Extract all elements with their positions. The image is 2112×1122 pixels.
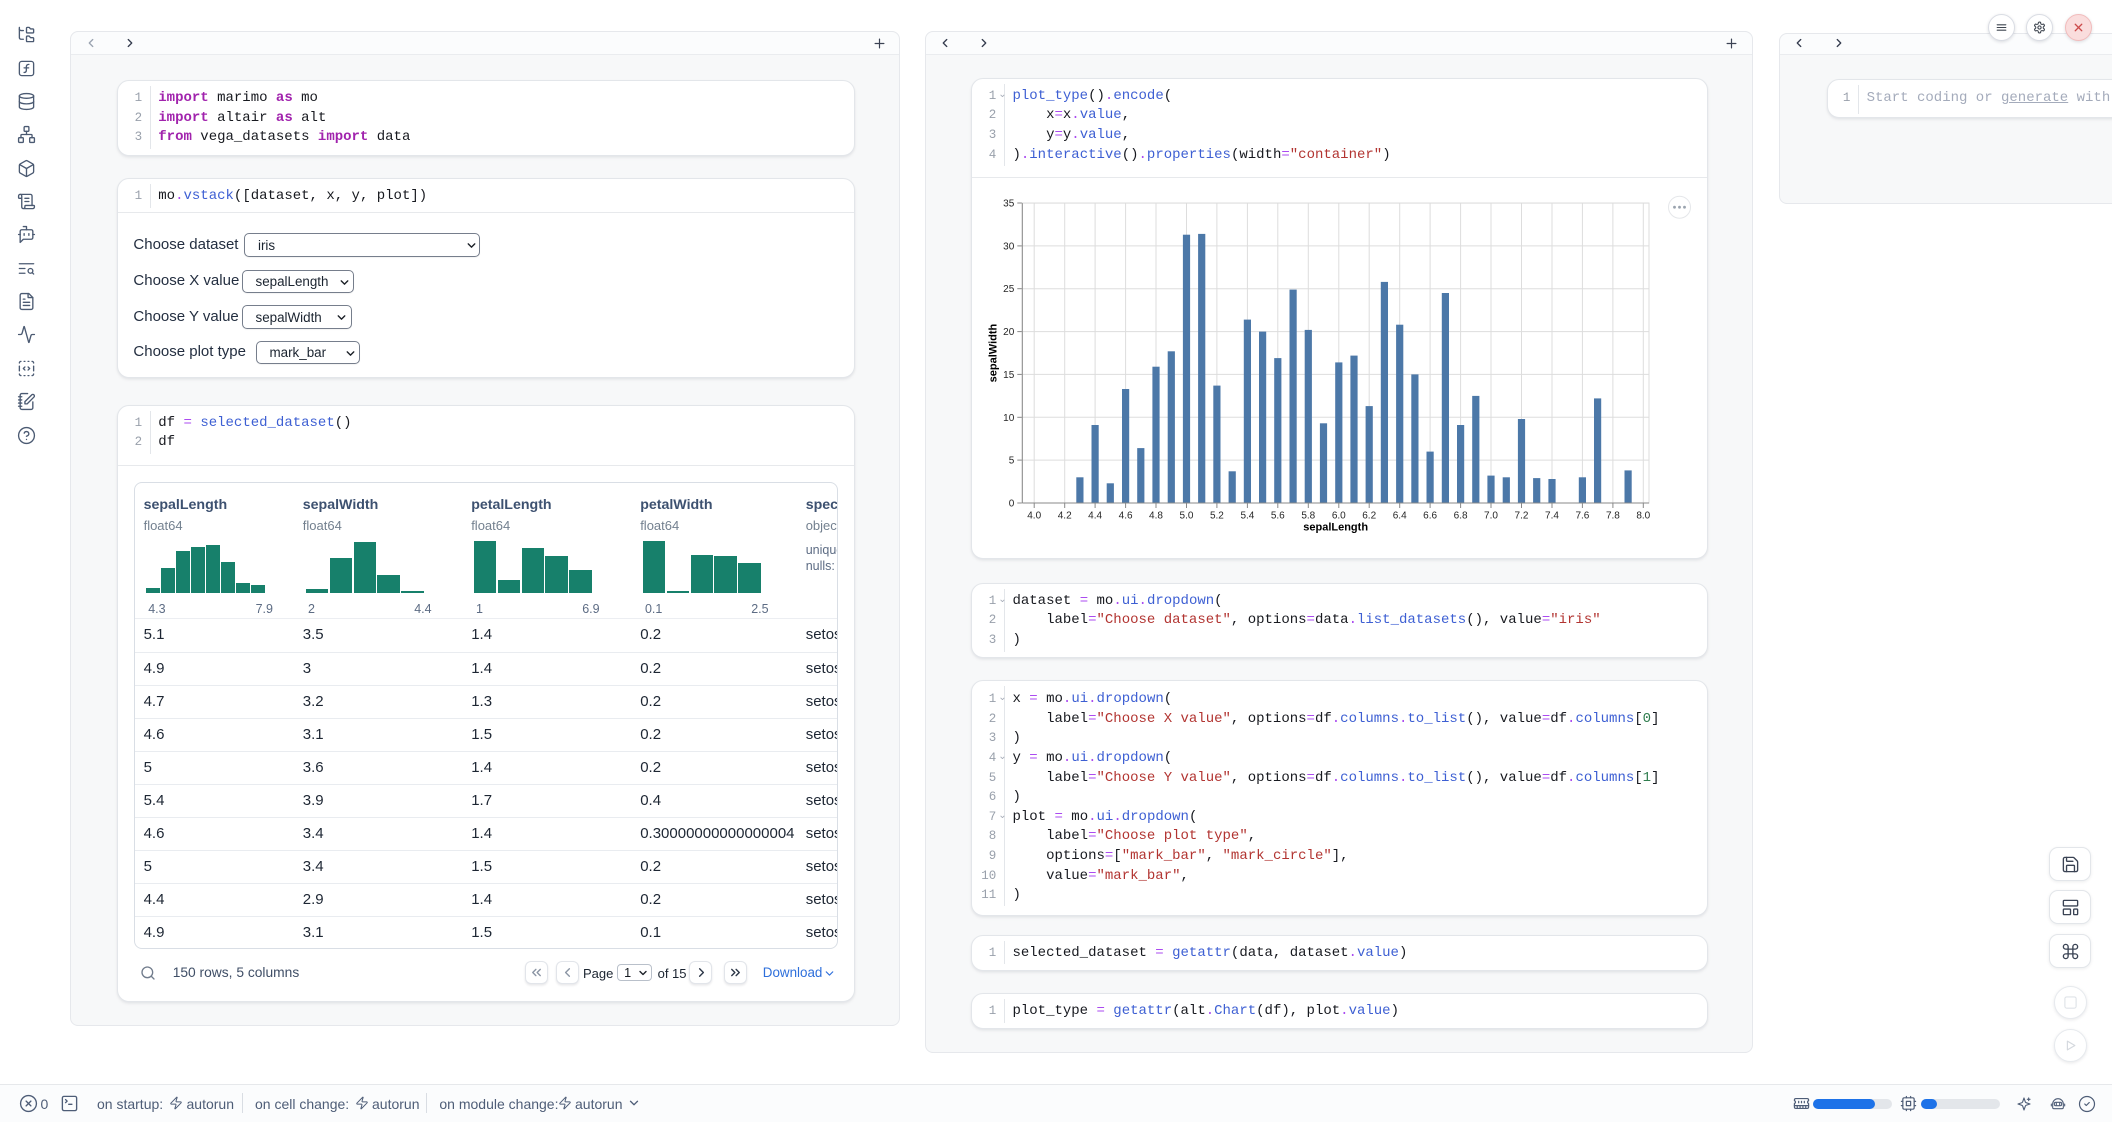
svg-text:6.2: 6.2 (1362, 510, 1376, 521)
svg-text:7.4: 7.4 (1545, 510, 1559, 521)
svg-text:7.2: 7.2 (1514, 510, 1528, 521)
svg-text:5: 5 (1008, 455, 1014, 466)
svg-text:10: 10 (1003, 412, 1015, 423)
svg-text:8.0: 8.0 (1636, 510, 1650, 521)
svg-text:4.2: 4.2 (1057, 510, 1071, 521)
svg-text:5.0: 5.0 (1179, 510, 1193, 521)
svg-text:sepalLength: sepalLength (1303, 521, 1368, 533)
svg-text:7.6: 7.6 (1575, 510, 1589, 521)
svg-text:4.6: 4.6 (1118, 510, 1132, 521)
svg-text:35: 35 (1003, 198, 1015, 209)
svg-text:4.4: 4.4 (1088, 510, 1102, 521)
svg-text:5.6: 5.6 (1271, 510, 1285, 521)
svg-text:7.8: 7.8 (1606, 510, 1620, 521)
svg-text:15: 15 (1003, 369, 1015, 380)
svg-text:7.0: 7.0 (1484, 510, 1498, 521)
svg-text:6.0: 6.0 (1332, 510, 1346, 521)
svg-text:5.4: 5.4 (1240, 510, 1254, 521)
svg-text:4.8: 4.8 (1149, 510, 1163, 521)
svg-text:5.8: 5.8 (1301, 510, 1315, 521)
svg-text:6.6: 6.6 (1423, 510, 1437, 521)
svg-text:30: 30 (1003, 241, 1015, 252)
svg-text:6.8: 6.8 (1453, 510, 1467, 521)
svg-text:0: 0 (1008, 498, 1014, 509)
svg-text:sepalWidth: sepalWidth (987, 323, 999, 382)
svg-text:25: 25 (1003, 284, 1015, 295)
svg-text:20: 20 (1003, 327, 1015, 338)
svg-text:5.2: 5.2 (1210, 510, 1224, 521)
svg-text:4.0: 4.0 (1027, 510, 1041, 521)
svg-text:6.4: 6.4 (1392, 510, 1406, 521)
